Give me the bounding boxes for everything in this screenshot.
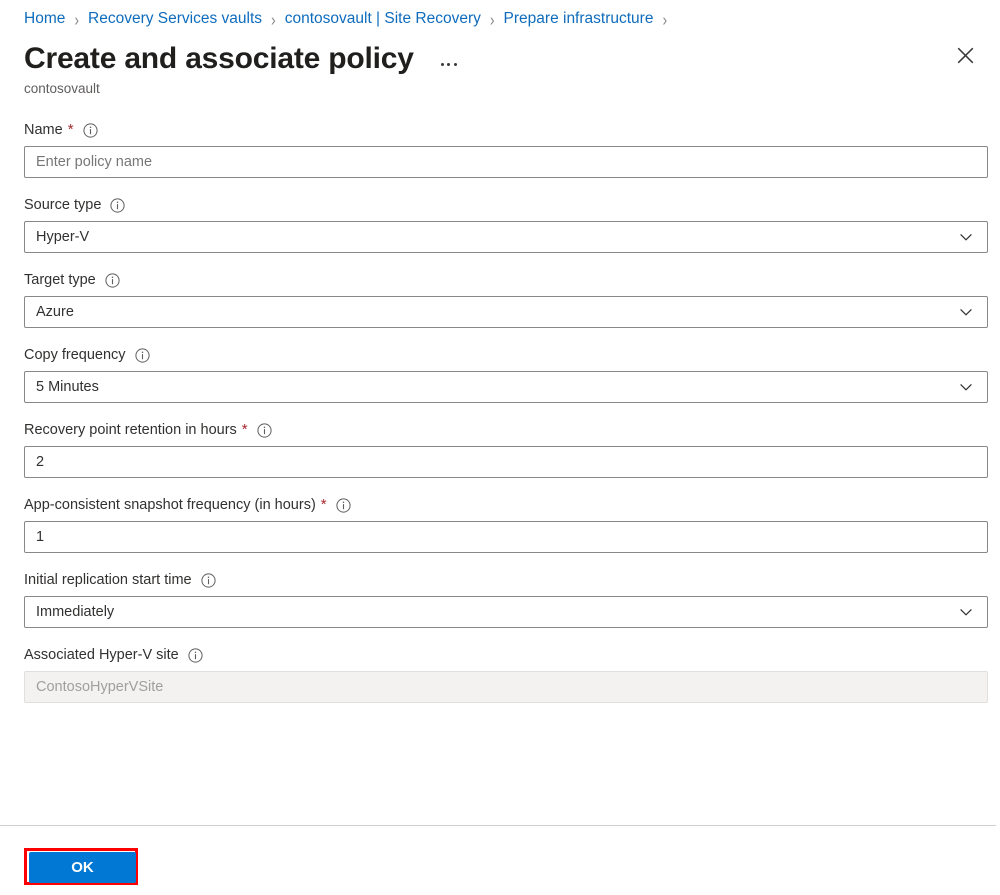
chevron-down-icon xyxy=(960,383,972,391)
copy-frequency-value: 5 Minutes xyxy=(36,379,99,395)
recovery-point-retention-input-wrapper[interactable] xyxy=(24,446,988,478)
field-label-row: Name * xyxy=(24,120,976,140)
field-recovery-point-retention: Recovery point retention in hours * xyxy=(24,420,988,478)
field-label-row: Target type xyxy=(24,270,976,290)
more-commands-button[interactable] xyxy=(436,53,462,75)
name-input-wrapper[interactable] xyxy=(24,146,988,178)
info-icon[interactable] xyxy=(336,497,351,513)
required-marker: * xyxy=(67,121,74,138)
breadcrumb: Home › Recovery Services vaults › contos… xyxy=(0,0,1000,30)
recovery-point-retention-input[interactable] xyxy=(36,447,979,477)
field-label: App-consistent snapshot frequency (in ho… xyxy=(24,497,316,513)
field-label: Name xyxy=(24,122,63,138)
field-label-row: Initial replication start time xyxy=(24,570,976,590)
info-icon[interactable] xyxy=(105,272,120,288)
ellipsis-dot-icon xyxy=(453,62,457,66)
field-copy-frequency: Copy frequency 5 Minutes xyxy=(24,345,988,403)
field-label-row: Source type xyxy=(24,195,976,215)
close-button[interactable] xyxy=(948,38,982,72)
field-source-type: Source type Hyper-V xyxy=(24,195,988,253)
breadcrumb-separator-icon: › xyxy=(271,9,276,29)
close-icon xyxy=(957,47,973,63)
target-type-value: Azure xyxy=(36,304,74,320)
field-label-row: Associated Hyper-V site xyxy=(24,645,976,665)
ellipsis-dot-icon xyxy=(447,62,451,66)
field-label: Associated Hyper-V site xyxy=(24,647,179,663)
blade-footer: OK xyxy=(0,826,1000,895)
ok-button[interactable]: OK xyxy=(29,852,136,883)
field-label-row: Copy frequency xyxy=(24,345,976,365)
info-icon[interactable] xyxy=(82,122,98,138)
field-target-type: Target type Azure xyxy=(24,270,988,328)
info-icon[interactable] xyxy=(134,347,150,363)
field-label: Copy frequency xyxy=(24,347,126,363)
field-label: Source type xyxy=(24,197,102,213)
associated-hyper-v-site-value: ContosoHyperVSite xyxy=(36,679,164,695)
chevron-down-icon xyxy=(960,308,972,316)
blade-subtitle: contosovault xyxy=(24,81,100,96)
field-label: Recovery point retention in hours xyxy=(24,422,237,438)
policy-form: Name * Source type xyxy=(0,98,1000,703)
app-consistent-snapshot-frequency-input[interactable] xyxy=(36,522,979,552)
required-marker: * xyxy=(320,496,327,513)
field-label-row: App-consistent snapshot frequency (in ho… xyxy=(24,495,976,515)
blade-header: Create and associate policy xyxy=(0,30,1000,75)
breadcrumb-separator-icon: › xyxy=(489,9,495,29)
field-initial-replication-start-time: Initial replication start time Immediate… xyxy=(24,570,988,628)
field-name: Name * xyxy=(24,120,988,178)
info-icon[interactable] xyxy=(201,572,216,588)
breadcrumb-item-contosovault-site-recovery[interactable]: contosovault | Site Recovery xyxy=(285,9,481,29)
name-input[interactable] xyxy=(36,147,979,177)
ellipsis-dot-icon xyxy=(440,62,444,66)
field-label-row: Recovery point retention in hours * xyxy=(24,420,976,440)
chevron-down-icon xyxy=(960,233,972,241)
chevron-down-icon xyxy=(960,608,972,616)
source-type-value: Hyper-V xyxy=(36,229,90,245)
page-title: Create and associate policy xyxy=(24,42,414,75)
copy-frequency-select[interactable]: 5 Minutes xyxy=(24,371,988,403)
initial-replication-start-time-value: Immediately xyxy=(36,604,115,620)
required-marker: * xyxy=(241,421,248,438)
initial-replication-start-time-select[interactable]: Immediately xyxy=(24,596,988,628)
info-icon[interactable] xyxy=(110,197,125,213)
field-label: Target type xyxy=(24,272,96,288)
breadcrumb-item-recovery-services-vaults[interactable]: Recovery Services vaults xyxy=(88,9,262,29)
source-type-select[interactable]: Hyper-V xyxy=(24,221,988,253)
field-app-consistent-snapshot-frequency: App-consistent snapshot frequency (in ho… xyxy=(24,495,988,553)
field-associated-hyper-v-site: Associated Hyper-V site ContosoHyperVSit… xyxy=(24,645,988,703)
field-label: Initial replication start time xyxy=(24,572,192,588)
breadcrumb-separator-icon: › xyxy=(74,9,80,29)
info-icon[interactable] xyxy=(188,647,203,663)
breadcrumb-separator-icon: › xyxy=(662,9,668,29)
app-consistent-snapshot-frequency-input-wrapper[interactable] xyxy=(24,521,988,553)
breadcrumb-item-home[interactable]: Home xyxy=(24,9,65,29)
breadcrumb-item-prepare-infrastructure[interactable]: Prepare infrastructure xyxy=(504,9,654,29)
info-icon[interactable] xyxy=(257,422,272,438)
associated-hyper-v-site-field: ContosoHyperVSite xyxy=(24,671,988,703)
target-type-select[interactable]: Azure xyxy=(24,296,988,328)
